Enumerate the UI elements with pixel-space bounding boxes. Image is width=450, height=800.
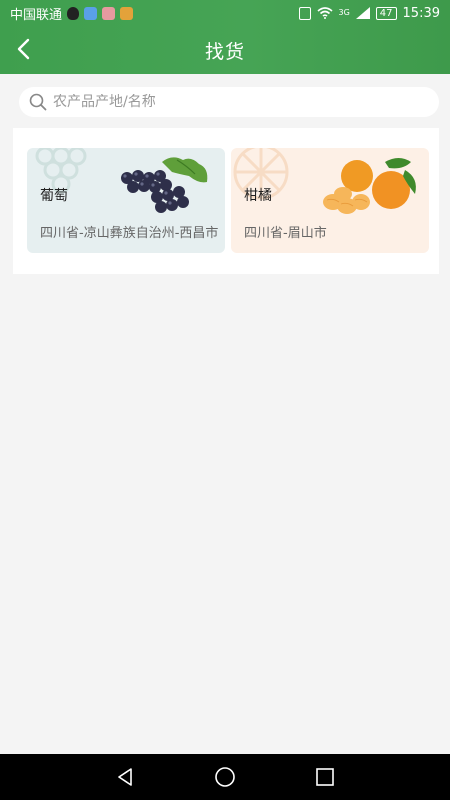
product-panel: 葡萄 四川省-凉山彝族自治州-西昌市 柑橘 四川省-眉山市 xyxy=(13,128,439,274)
video-notification-icon xyxy=(120,6,134,20)
search-bar[interactable] xyxy=(19,87,439,117)
search-icon xyxy=(29,93,47,111)
status-left: 中国联通 xyxy=(10,4,134,23)
search-input[interactable] xyxy=(53,94,413,110)
back-button[interactable] xyxy=(8,34,38,64)
product-name: 柑橘 xyxy=(244,188,272,204)
app-header: 中国联通 3G 47 15:39 找货 xyxy=(0,0,450,74)
product-origin: 四川省-凉山彝族自治州-西昌市 xyxy=(40,226,219,241)
chevron-left-icon xyxy=(17,38,30,60)
network-type-label: 3G xyxy=(338,8,350,17)
product-card-grape[interactable]: 葡萄 四川省-凉山彝族自治州-西昌市 xyxy=(27,148,225,253)
back-triangle-icon xyxy=(118,768,132,786)
signal-icon xyxy=(355,7,370,19)
system-home-button[interactable] xyxy=(210,762,240,792)
page-title: 找货 xyxy=(204,40,245,63)
wifi-icon xyxy=(316,7,333,19)
clock: 15:39 xyxy=(402,5,440,21)
carrier-label: 中国联通 xyxy=(10,7,63,23)
qq-notification-icon xyxy=(67,6,80,20)
home-circle-icon xyxy=(215,767,235,787)
grape-image xyxy=(121,157,208,213)
vibrate-icon xyxy=(298,6,311,20)
product-name: 葡萄 xyxy=(40,188,68,204)
nav-bar: 找货 xyxy=(0,26,450,74)
mail-notification-icon xyxy=(102,6,116,20)
system-back-button[interactable] xyxy=(110,762,140,792)
product-origin: 四川省-眉山市 xyxy=(244,226,327,241)
battery-indicator: 47 xyxy=(375,6,397,20)
recents-square-icon xyxy=(316,768,334,786)
system-recents-button[interactable] xyxy=(310,762,340,792)
orange-image xyxy=(323,158,416,214)
app-notification-icon xyxy=(84,6,98,20)
system-nav-bar xyxy=(0,754,450,800)
status-bar: 中国联通 3G 47 15:39 xyxy=(0,0,450,26)
status-right: 3G 47 15:39 xyxy=(298,5,440,21)
product-card-orange[interactable]: 柑橘 四川省-眉山市 xyxy=(231,148,429,253)
